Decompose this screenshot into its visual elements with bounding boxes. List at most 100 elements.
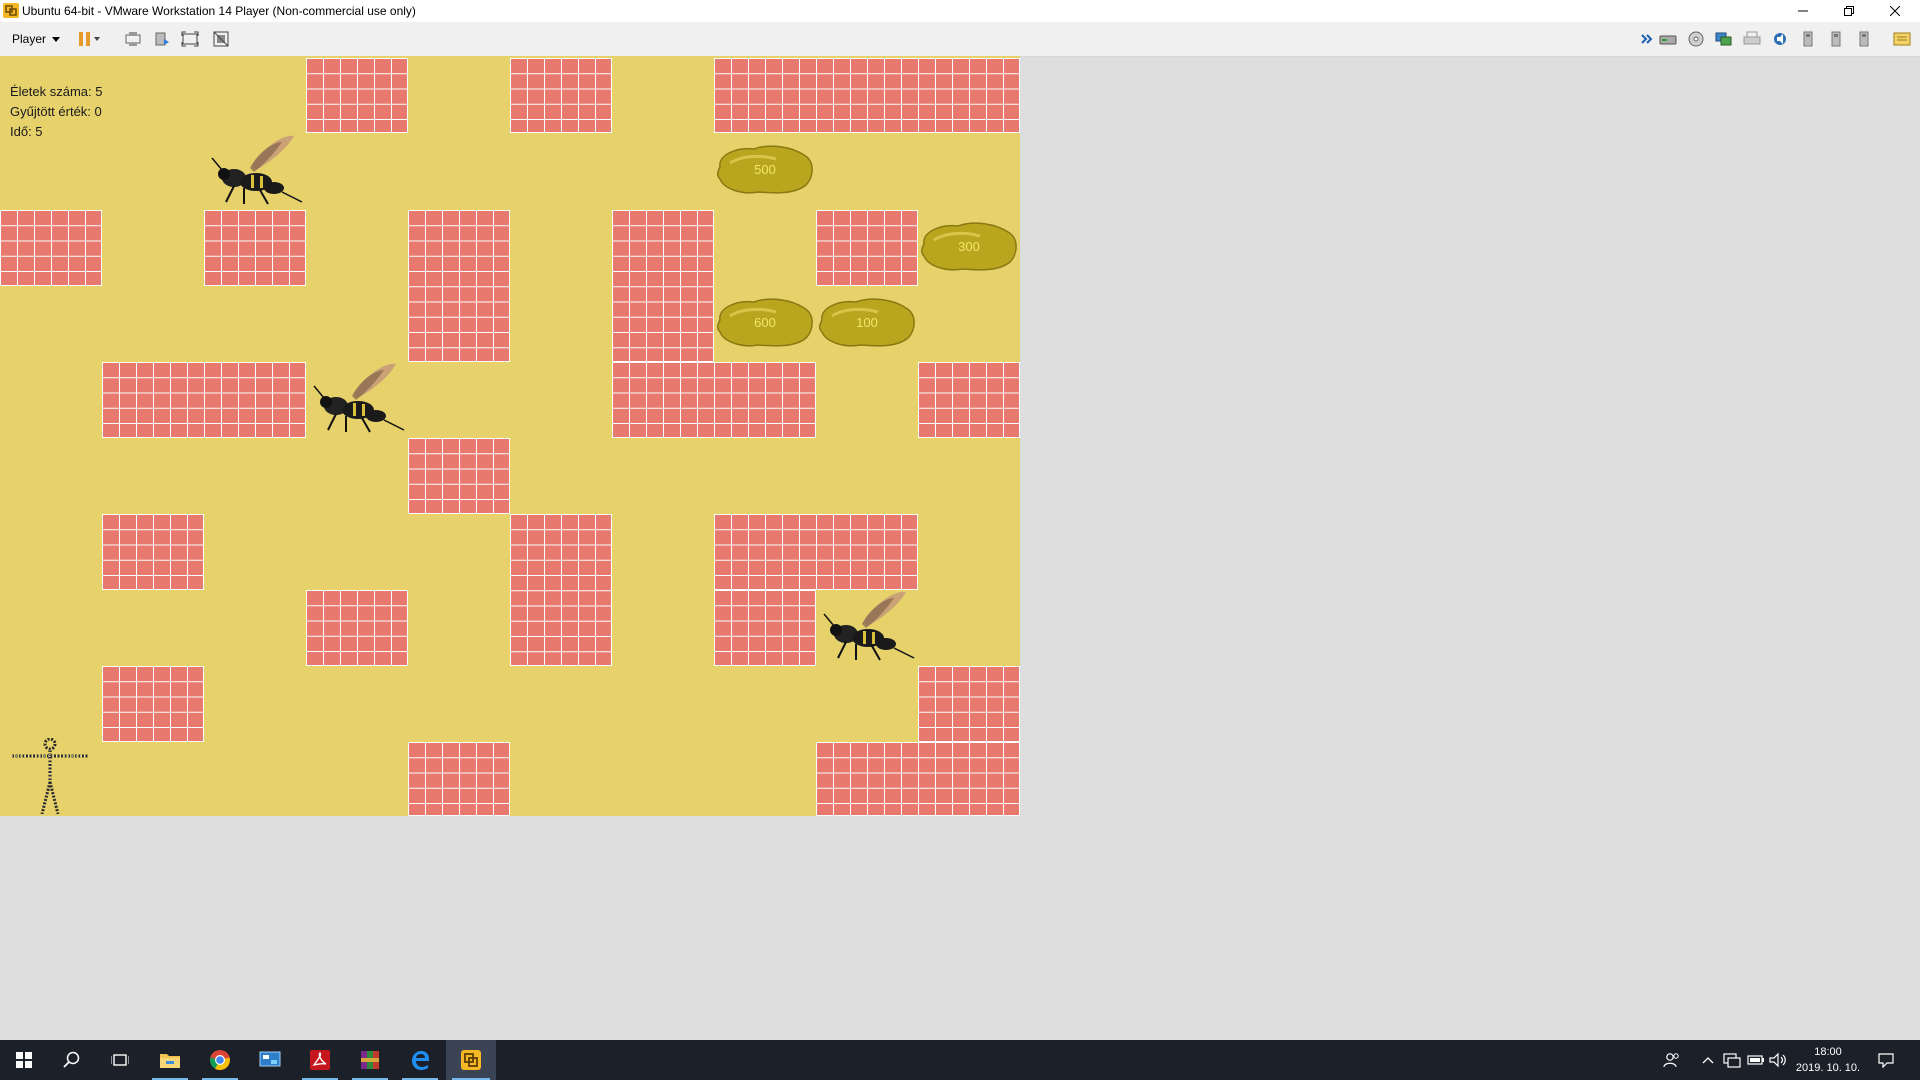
usb-device-button-1[interactable] xyxy=(1799,30,1817,48)
fullscreen-icon xyxy=(181,31,199,47)
search-icon xyxy=(63,1051,80,1068)
battery-icon xyxy=(1747,1055,1764,1065)
pause-button[interactable] xyxy=(76,30,104,48)
removable-devices-button[interactable] xyxy=(153,30,171,48)
brick-wall xyxy=(102,666,204,742)
restore-button[interactable] xyxy=(1826,0,1872,22)
sound-card-icon xyxy=(1774,33,1786,45)
taskbar-edge[interactable] xyxy=(396,1040,444,1080)
vmware-toolbar: Player xyxy=(0,22,1920,57)
winrar-icon xyxy=(361,1051,379,1069)
network-adapter-button[interactable] xyxy=(1715,30,1733,48)
window-title: Ubuntu 64-bit - VMware Workstation 14 Pl… xyxy=(22,4,416,18)
treasure-nugget: 500 xyxy=(714,143,816,197)
brick-wall xyxy=(714,590,816,666)
message-log-button[interactable] xyxy=(1893,30,1911,48)
usb-device-button-3[interactable] xyxy=(1855,30,1873,48)
taskbar-winrar[interactable] xyxy=(346,1040,394,1080)
minimize-icon xyxy=(1798,10,1808,12)
wasp-enemy xyxy=(204,132,304,208)
clock-time: 18:00 xyxy=(1814,1046,1842,1058)
brick-wall xyxy=(0,210,102,286)
taskbar-control-panel[interactable] xyxy=(246,1040,294,1080)
sound-card-button[interactable] xyxy=(1771,30,1789,48)
fullscreen-button[interactable] xyxy=(181,30,199,48)
hard-disk-button[interactable] xyxy=(1659,30,1677,48)
brick-wall xyxy=(612,210,714,362)
treasure-value: 600 xyxy=(754,315,776,330)
chevron-down-icon xyxy=(52,36,61,42)
brick-wall xyxy=(714,58,1020,133)
file-explorer-icon xyxy=(160,1054,180,1068)
unity-button[interactable] xyxy=(212,30,230,48)
window-title-bar: Ubuntu 64-bit - VMware Workstation 14 Pl… xyxy=(0,0,1920,22)
acrobat-icon xyxy=(310,1050,330,1070)
message-log-icon xyxy=(1893,32,1911,46)
player-character xyxy=(10,737,92,815)
windows-taskbar: 18:00 2019. 10. 10. xyxy=(0,1040,1920,1080)
people-button[interactable] xyxy=(1662,1050,1682,1070)
taskbar-file-explorer[interactable] xyxy=(146,1040,194,1080)
network-tray-button[interactable] xyxy=(1722,1050,1742,1070)
brick-wall xyxy=(102,514,204,590)
printer-icon xyxy=(1743,31,1761,45)
taskbar-acrobat[interactable] xyxy=(296,1040,344,1080)
close-icon xyxy=(1890,6,1900,16)
wasp-icon xyxy=(313,363,405,433)
network-icon xyxy=(1723,1053,1741,1068)
chrome-icon xyxy=(210,1050,230,1070)
brick-wall xyxy=(408,438,510,514)
action-center-button[interactable] xyxy=(1876,1050,1896,1070)
brick-wall xyxy=(306,58,408,133)
player-menu-label: Player xyxy=(12,32,47,46)
player-figure-icon xyxy=(12,737,88,815)
wasp-icon xyxy=(823,591,915,661)
brick-wall xyxy=(918,362,1020,438)
wasp-icon xyxy=(211,135,303,205)
lives-counter: Életek száma: 5 xyxy=(10,84,103,99)
clock-date: 2019. 10. 10. xyxy=(1795,1062,1861,1074)
brick-wall xyxy=(306,590,408,666)
show-hidden-icons-button[interactable] xyxy=(1698,1050,1718,1070)
taskbar-clock[interactable]: 18:00 2019. 10. 10. xyxy=(1785,1044,1871,1076)
usb-device-button-2[interactable] xyxy=(1827,30,1845,48)
brick-wall xyxy=(714,514,918,590)
unity-icon xyxy=(213,31,229,47)
edge-icon xyxy=(412,1051,429,1070)
taskbar-chrome[interactable] xyxy=(196,1040,244,1080)
treasure-nugget: 600 xyxy=(714,296,816,350)
start-icon xyxy=(16,1052,32,1068)
brick-wall xyxy=(102,362,306,438)
expand-icon xyxy=(1641,34,1653,44)
brick-wall xyxy=(510,514,612,666)
game-area[interactable]: Életek száma: 5 Gyűjtött érték: 0 Idő: 5… xyxy=(0,56,1020,816)
notifications-icon xyxy=(1878,1053,1894,1068)
start-button[interactable] xyxy=(0,1040,48,1080)
send-ctrl-alt-del-button[interactable] xyxy=(124,30,142,48)
treasure-nugget: 100 xyxy=(816,296,918,350)
search-button[interactable] xyxy=(48,1040,96,1080)
vmware-icon xyxy=(461,1050,481,1070)
printer-button[interactable] xyxy=(1743,30,1761,48)
usb-device-icon xyxy=(1831,31,1841,47)
expand-devices-button[interactable] xyxy=(1640,30,1654,48)
taskbar-vmware[interactable] xyxy=(446,1040,496,1080)
wasp-enemy xyxy=(306,360,406,436)
cd-dvd-button[interactable] xyxy=(1687,30,1705,48)
treasure-value: 500 xyxy=(754,162,776,177)
close-button[interactable] xyxy=(1872,0,1918,22)
task-view-button[interactable] xyxy=(96,1040,144,1080)
minimize-button[interactable] xyxy=(1780,0,1826,22)
restore-icon xyxy=(1844,6,1854,16)
task-view-icon xyxy=(111,1054,129,1066)
player-menu-button[interactable]: Player xyxy=(6,28,66,50)
send-ctrl-alt-del-icon xyxy=(125,32,141,46)
brick-wall xyxy=(510,58,612,133)
usb-device-icon xyxy=(1803,31,1813,47)
treasure-nugget: 300 xyxy=(918,220,1020,274)
usb-device-icon xyxy=(1859,31,1869,47)
battery-tray-button[interactable] xyxy=(1746,1050,1766,1070)
brick-wall xyxy=(918,666,1020,742)
treasure-value: 100 xyxy=(856,315,878,330)
network-adapter-icon xyxy=(1715,32,1732,46)
